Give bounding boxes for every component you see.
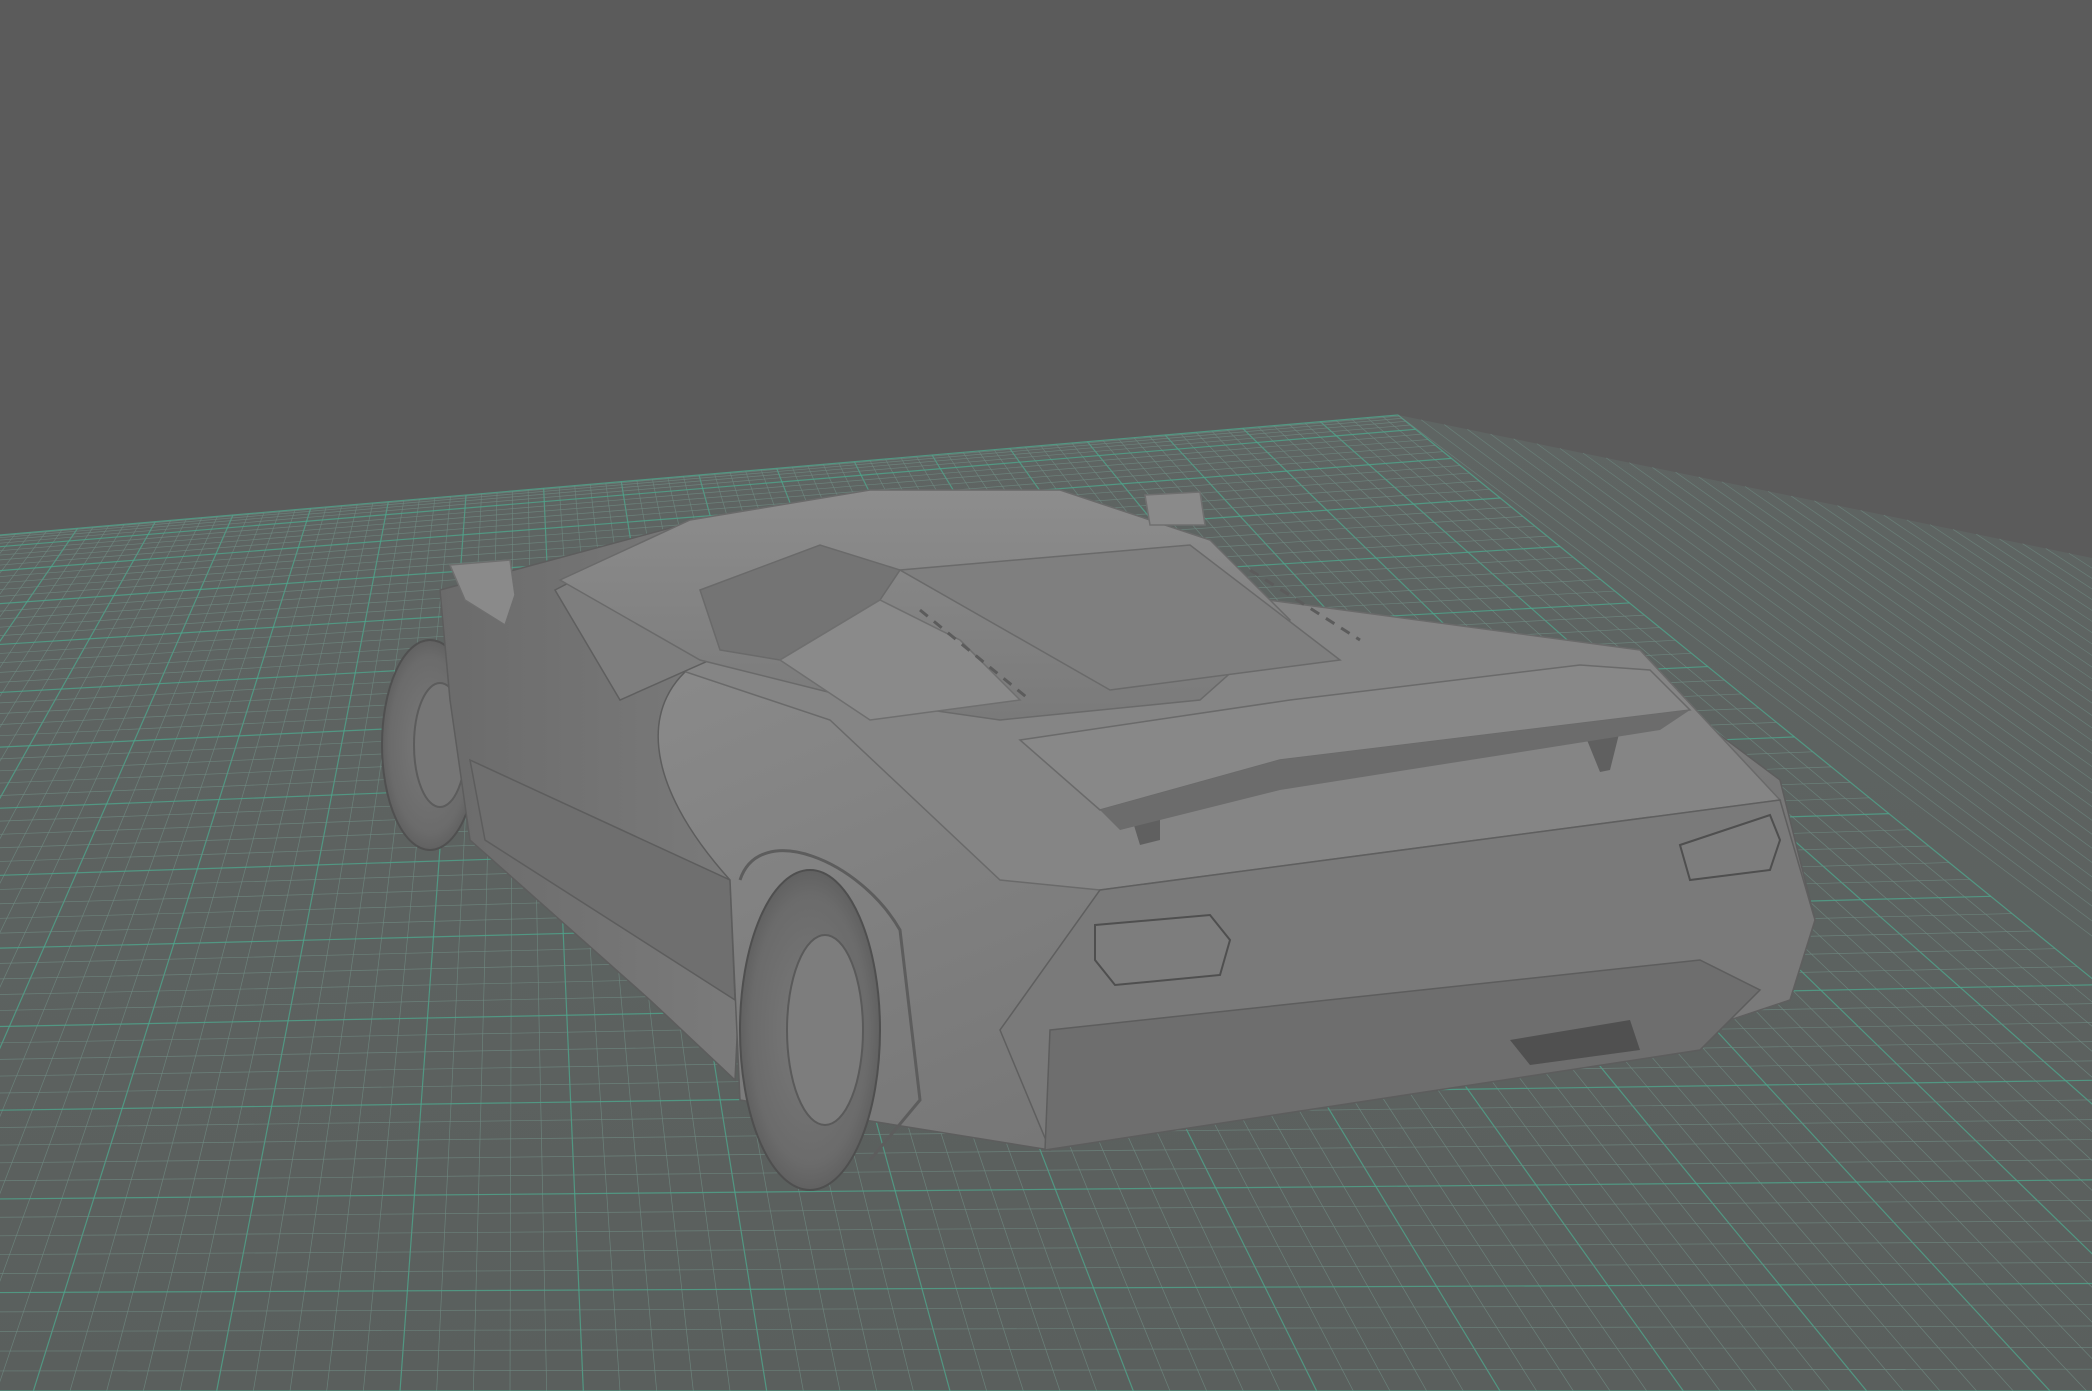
right-mirror[interactable] — [1144, 491, 1206, 526]
front-left-hub — [786, 934, 864, 1126]
left-taillight — [1094, 913, 1232, 987]
3d-viewport[interactable] — [0, 0, 2092, 1391]
viewport-scene[interactable] — [0, 0, 2092, 1391]
